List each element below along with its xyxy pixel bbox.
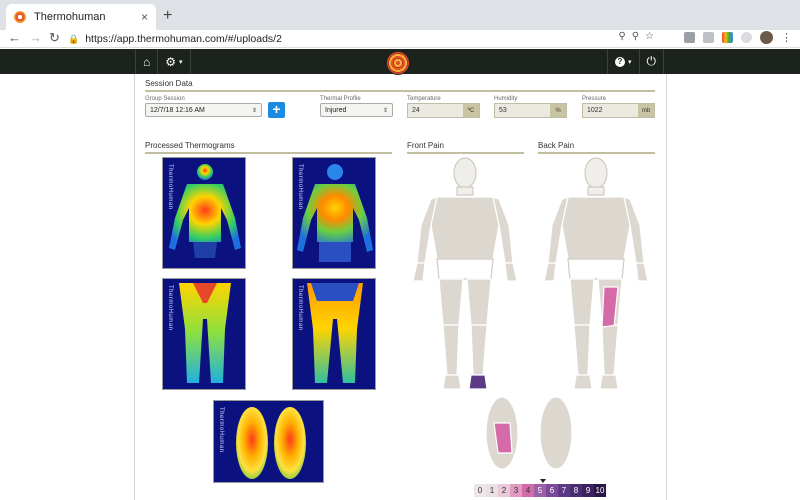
home-icon: ⌂	[143, 54, 151, 69]
thermogram-brand: ThermoHuman	[167, 164, 173, 210]
upper-back-thermal-body	[297, 164, 373, 262]
browser-menu-icon[interactable]: ⋮	[781, 31, 792, 44]
home-button[interactable]: ⌂	[135, 49, 157, 74]
thermal-profile-label: Thermal Profile	[320, 96, 361, 102]
thermogram-brand: ThermoHuman	[297, 285, 303, 331]
logout-button[interactable]: ⏻	[638, 49, 664, 74]
thermogram-legs-front[interactable]: ThermoHuman	[162, 278, 246, 390]
pain-scale-level-5[interactable]: 5	[534, 484, 546, 497]
pain-scale: 0 1 2 3 4 5 6 7 8 9 10	[474, 484, 606, 497]
pain-scale-level-6[interactable]: 6	[546, 484, 558, 497]
cloud-extension-icon[interactable]	[684, 32, 695, 43]
pain-scale-level-1[interactable]: 1	[486, 484, 498, 497]
power-icon: ⏻	[646, 54, 657, 68]
mail-extension-icon[interactable]	[722, 32, 733, 43]
pain-scale-level-7[interactable]: 7	[558, 484, 570, 497]
tab-title: Thermohuman	[34, 11, 106, 23]
extension-icons: ⋮	[684, 31, 792, 44]
thermogram-brand: ThermoHuman	[297, 164, 303, 210]
pressure-unit: mb	[638, 104, 654, 117]
thermohuman-logo	[386, 51, 410, 75]
pressure-field[interactable]: 1022 mb	[582, 103, 655, 118]
front-pain-body-map[interactable]	[407, 155, 524, 395]
legs-front-thermal-body	[179, 283, 231, 383]
humidity-unit: %	[550, 104, 566, 117]
thermogram-upper-front[interactable]: ThermoHuman	[162, 157, 246, 269]
thermohuman-favicon-icon	[14, 11, 26, 23]
add-session-button[interactable]: +	[268, 102, 285, 118]
group-session-select[interactable]: 12/7/18 12:16 AM ⇕	[145, 103, 262, 117]
pain-scale-level-2[interactable]: 2	[498, 484, 510, 497]
lock-icon: 🔒	[68, 33, 80, 44]
pain-scale-level-3[interactable]: 3	[510, 484, 522, 497]
humidity-field[interactable]: 53 %	[494, 103, 567, 118]
caret-down-icon: ▾	[179, 58, 183, 66]
humidity-label: Humidity	[494, 96, 518, 102]
temperature-unit: ºC	[463, 104, 479, 117]
tab-close-icon[interactable]: ×	[141, 10, 148, 24]
legs-back-thermal-body	[307, 283, 363, 383]
app-nav-left: ⌂ ⚙ ▾	[135, 49, 191, 74]
thermogram-brand: ThermoHuman	[218, 407, 224, 453]
circle-extension-icon[interactable]	[741, 32, 752, 43]
temperature-field[interactable]: 24 ºC	[407, 103, 480, 118]
pain-scale-level-4[interactable]: 4	[522, 484, 534, 497]
new-tab-button[interactable]: +	[163, 7, 172, 25]
pain-scale-marker-icon	[540, 479, 546, 483]
temperature-value[interactable]: 24	[408, 104, 463, 117]
pain-scale-level-9[interactable]: 9	[582, 484, 594, 497]
thermal-profile-select[interactable]: Injured ⇕	[320, 103, 393, 117]
front-pain-title: Front Pain	[407, 141, 524, 154]
humidity-value[interactable]: 53	[495, 104, 550, 117]
temperature-label: Temperature	[407, 96, 441, 102]
thermogram-soles[interactable]: ThermoHuman	[213, 400, 324, 483]
skype-extension-icon[interactable]	[703, 32, 714, 43]
thermogram-brand: ThermoHuman	[167, 285, 173, 331]
select-arrows-icon: ⇕	[382, 107, 388, 114]
back-pain-title: Back Pain	[538, 141, 655, 154]
address-bar[interactable]: 🔒 https://app.thermohuman.com/#/uploads/…	[68, 31, 668, 47]
browser-tabstrip: Thermohuman × +	[0, 0, 800, 30]
gear-icon: ⚙	[165, 54, 177, 69]
pressure-label: Pressure	[582, 96, 607, 102]
pressure-value[interactable]: 1022	[583, 104, 638, 117]
help-button[interactable]: ? ▾	[606, 49, 639, 74]
pain-scale-level-0[interactable]: 0	[474, 484, 486, 497]
pain-scale-level-8[interactable]: 8	[570, 484, 582, 497]
caret-down-icon: ▾	[627, 58, 632, 66]
thermal-profile-value: Injured	[325, 106, 347, 114]
pain-scale-level-10[interactable]: 10	[594, 484, 606, 497]
profile-avatar[interactable]	[760, 31, 773, 44]
thermogram-legs-back[interactable]: ThermoHuman	[292, 278, 376, 390]
upper-front-thermal-body	[169, 164, 241, 258]
back-pain-body-map[interactable]	[538, 155, 655, 395]
back-arrow-icon[interactable]: ←	[8, 30, 21, 46]
reload-icon[interactable]: ↻	[49, 30, 60, 46]
forward-arrow-icon[interactable]: →	[29, 30, 42, 46]
url-text: https://app.thermohuman.com/#/uploads/2	[85, 33, 282, 45]
browser-toolbar: ← → ↻ 🔒 https://app.thermohuman.com/#/up…	[0, 30, 800, 48]
processed-thermograms-title: Processed Thermograms	[145, 141, 392, 154]
select-arrows-icon: ⇕	[251, 107, 257, 114]
group-session-value: 12/7/18 12:16 AM	[150, 106, 205, 114]
sole-pain-map[interactable]	[480, 393, 580, 473]
thermogram-upper-back[interactable]: ThermoHuman	[292, 157, 376, 269]
soles-thermal	[236, 407, 306, 479]
settings-button[interactable]: ⚙ ▾	[157, 49, 191, 74]
browser-tab[interactable]: Thermohuman ×	[6, 4, 156, 30]
omnibox-action-icons[interactable]: ⚲⚲☆	[618, 31, 660, 42]
session-data-title: Session Data	[145, 79, 655, 92]
help-icon: ?	[614, 56, 625, 67]
app-nav-right: ? ▾ ⏻	[606, 49, 664, 74]
group-session-label: Group Session	[145, 96, 185, 102]
